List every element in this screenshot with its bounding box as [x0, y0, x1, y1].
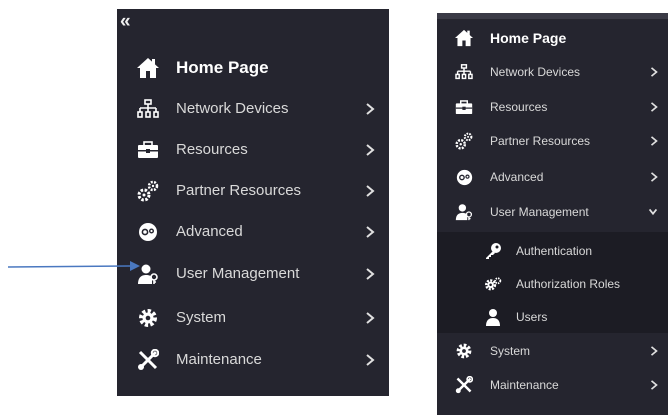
sidebar-item-label: Maintenance — [490, 378, 559, 392]
chevron-right-icon — [366, 311, 375, 324]
sidebar-item-home[interactable]: Home Page — [437, 21, 668, 55]
submenu-item-label: Users — [516, 309, 548, 324]
sidebar-item-label: Partner Resources — [490, 134, 591, 148]
sidebar-item-label: Advanced — [176, 223, 243, 240]
chevron-right-icon — [650, 102, 658, 112]
chevron-right-icon — [366, 225, 375, 238]
chevron-right-icon — [650, 67, 658, 77]
sidebar-item-label: Network Devices — [176, 100, 289, 117]
home-icon — [454, 28, 474, 48]
chevron-right-icon — [366, 143, 375, 156]
sidebar-item-label: Home Page — [176, 57, 269, 77]
chevron-right-icon — [650, 346, 658, 356]
advanced-icon — [454, 167, 474, 187]
tools-icon — [136, 348, 160, 372]
user-management-submenu: Authentication Authorization Roles Users — [437, 232, 668, 333]
submenu-item-authentication[interactable]: Authentication — [437, 234, 668, 267]
sidebar-item-label: User Management — [176, 265, 300, 282]
sidebar-item-maintenance[interactable]: Maintenance — [117, 339, 389, 380]
sidebar-item-label: Resources — [490, 100, 548, 114]
sidebar-item-advanced[interactable]: Advanced — [437, 160, 668, 194]
chevron-down-icon — [648, 208, 658, 216]
sidebar-item-label: Advanced — [490, 170, 544, 184]
sidebar-item-system[interactable]: System — [437, 334, 668, 368]
sidebar-item-label: Maintenance — [176, 351, 262, 368]
sidebar-item-system[interactable]: System — [117, 297, 389, 338]
sidebar-item-label: Resources — [176, 141, 248, 158]
chevron-right-icon — [650, 380, 658, 390]
sidebar-item-label: Home Page — [490, 30, 567, 46]
tools-icon — [454, 375, 474, 395]
gears-icon — [454, 131, 474, 151]
submenu-item-users[interactable]: Users — [437, 300, 668, 333]
chevron-right-icon — [366, 184, 375, 197]
sidebar-item-label: User Management — [490, 205, 589, 219]
gear-icon — [454, 341, 474, 361]
sidebar-item-label: Partner Resources — [176, 182, 302, 199]
sidebar-item-user-management[interactable]: User Management — [437, 195, 668, 229]
submenu-item-label: Authentication — [516, 243, 593, 258]
sidebar-item-network-devices[interactable]: Network Devices — [437, 55, 668, 89]
sidebar-item-resources[interactable]: Resources — [437, 90, 668, 124]
submenu-item-authorization-roles[interactable]: Authorization Roles — [437, 267, 668, 300]
sidebar-item-label: System — [490, 344, 531, 358]
briefcase-icon — [454, 97, 474, 117]
key-icon — [484, 242, 502, 260]
chevron-right-icon — [366, 353, 375, 366]
user-key-icon — [454, 202, 474, 222]
settings-icon — [484, 275, 502, 293]
submenu-item-label: Authorization Roles — [516, 276, 621, 291]
sidebar-item-label: Network Devices — [490, 65, 581, 79]
chevron-right-icon — [366, 102, 375, 115]
chevron-right-icon — [366, 267, 375, 280]
sidebar-item-label: System — [176, 309, 227, 326]
sidebar-item-maintenance[interactable]: Maintenance — [437, 368, 668, 402]
sidebar-expanded: Home Page Network Devices Resources Part… — [437, 13, 668, 415]
network-icon — [454, 62, 474, 82]
chevron-right-icon — [650, 172, 658, 182]
annotation-arrow — [7, 261, 140, 271]
user-icon — [484, 308, 502, 326]
gear-icon — [136, 306, 160, 330]
panel-top-border — [437, 13, 668, 19]
sidebar-item-partner-resources[interactable]: Partner Resources — [437, 124, 668, 158]
chevron-right-icon — [650, 136, 658, 146]
